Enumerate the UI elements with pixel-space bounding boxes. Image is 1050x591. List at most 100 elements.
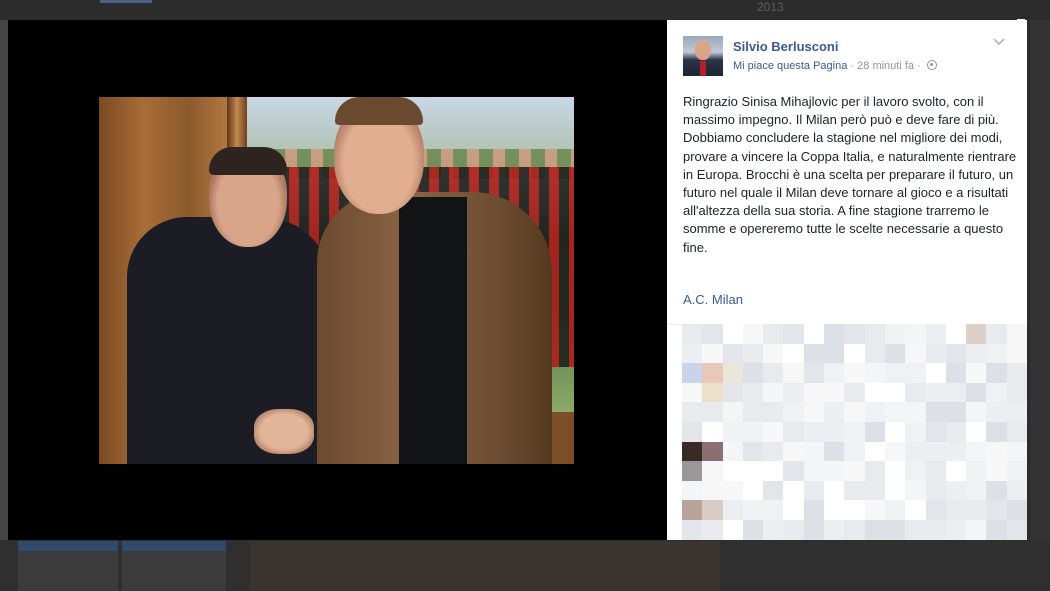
blur-pixel bbox=[1006, 402, 1027, 422]
blur-pixel bbox=[1006, 480, 1027, 501]
blur-pixel bbox=[945, 421, 967, 442]
like-page-link[interactable]: Mi piace questa Pagina bbox=[733, 60, 847, 72]
author-avatar[interactable] bbox=[683, 36, 723, 76]
post-timestamp[interactable]: 28 minuti fa bbox=[857, 60, 914, 72]
blur-pixel bbox=[884, 441, 906, 462]
blur-pixel bbox=[702, 343, 723, 364]
blur-pixel bbox=[864, 500, 885, 520]
blur-pixel bbox=[844, 480, 865, 501]
blur-pixel bbox=[824, 382, 845, 403]
blur-pixel bbox=[966, 363, 987, 383]
background-right-strip bbox=[1030, 20, 1050, 540]
blur-pixel bbox=[763, 500, 784, 520]
blur-pixel bbox=[844, 461, 865, 481]
blur-pixel bbox=[722, 382, 743, 403]
blur-pixel bbox=[722, 402, 743, 422]
blur-pixel bbox=[824, 519, 845, 540]
post-photo[interactable] bbox=[99, 97, 574, 464]
photo-person-left-hair bbox=[209, 147, 287, 175]
blur-pixel bbox=[722, 343, 743, 364]
blur-pixel bbox=[884, 480, 906, 501]
background-year-label: 2013 bbox=[757, 0, 784, 14]
blur-pixel bbox=[763, 421, 784, 442]
blur-pixel bbox=[986, 343, 1007, 364]
blur-pixel bbox=[702, 461, 723, 481]
blur-pixel bbox=[844, 421, 865, 442]
tagged-page-link[interactable]: A.C. Milan bbox=[683, 292, 743, 307]
blur-pixel bbox=[966, 382, 987, 403]
blur-pixel bbox=[905, 363, 926, 383]
blur-pixel bbox=[1006, 461, 1027, 481]
blur-pixel bbox=[682, 343, 703, 364]
blur-pixel bbox=[763, 461, 784, 481]
blur-pixel bbox=[783, 382, 804, 403]
blur-pixel bbox=[803, 480, 825, 501]
blur-pixel bbox=[986, 441, 1007, 462]
blur-pixel bbox=[682, 519, 703, 540]
background-thumbnail bbox=[122, 541, 226, 591]
blur-pixel bbox=[783, 480, 804, 501]
blur-pixel bbox=[844, 343, 865, 364]
blur-pixel bbox=[905, 519, 926, 540]
blur-pixel bbox=[783, 402, 804, 422]
blur-pixel bbox=[1006, 441, 1027, 462]
blur-pixel bbox=[966, 343, 987, 364]
author-name-link[interactable]: Silvio Berlusconi bbox=[733, 39, 838, 54]
blur-pixel bbox=[803, 421, 825, 442]
blur-pixel bbox=[702, 500, 723, 520]
blur-pixel bbox=[864, 402, 885, 422]
blur-pixel bbox=[884, 343, 906, 364]
blur-pixel bbox=[824, 441, 845, 462]
background-thumbnail bbox=[18, 541, 118, 591]
blur-pixel bbox=[905, 382, 926, 403]
blur-pixel bbox=[803, 382, 825, 403]
blur-pixel bbox=[722, 500, 743, 520]
blur-pixel bbox=[702, 480, 723, 501]
blur-pixel bbox=[824, 500, 845, 520]
blur-pixel bbox=[803, 402, 825, 422]
blur-pixel bbox=[824, 363, 845, 383]
blur-pixel bbox=[925, 382, 946, 403]
blur-pixel bbox=[803, 519, 825, 540]
blur-pixel bbox=[682, 324, 703, 344]
blur-pixel bbox=[945, 343, 967, 364]
blur-pixel bbox=[986, 519, 1007, 540]
blur-pixel bbox=[742, 461, 764, 481]
blur-pixel bbox=[702, 519, 723, 540]
blur-pixel bbox=[986, 461, 1007, 481]
blur-pixel bbox=[864, 343, 885, 364]
blur-pixel bbox=[702, 402, 723, 422]
blur-pixel bbox=[966, 402, 987, 422]
blur-pixel bbox=[742, 382, 764, 403]
meta-separator: · bbox=[917, 60, 921, 72]
blur-pixel bbox=[925, 324, 946, 344]
blur-pixel bbox=[864, 480, 885, 501]
blur-pixel bbox=[803, 461, 825, 481]
blur-pixel bbox=[763, 363, 784, 383]
blur-pixel bbox=[925, 500, 946, 520]
blur-pixel bbox=[905, 480, 926, 501]
blur-pixel bbox=[824, 421, 845, 442]
blur-pixel bbox=[763, 480, 784, 501]
blur-pixel bbox=[742, 480, 764, 501]
photo-viewer-stage[interactable] bbox=[8, 20, 668, 540]
chevron-down-icon[interactable] bbox=[993, 38, 1005, 48]
blur-pixel bbox=[966, 519, 987, 540]
blur-pixel bbox=[722, 324, 743, 344]
blur-pixel bbox=[702, 421, 723, 442]
blur-pixel bbox=[1006, 363, 1027, 383]
blur-pixel bbox=[803, 343, 825, 364]
blur-pixel bbox=[742, 324, 764, 344]
blur-pixel bbox=[945, 441, 967, 462]
blur-pixel bbox=[884, 519, 906, 540]
blur-pixel bbox=[783, 324, 804, 344]
blur-pixel bbox=[986, 402, 1007, 422]
blur-pixel bbox=[925, 363, 946, 383]
blur-pixel bbox=[1006, 421, 1027, 442]
blur-pixel bbox=[884, 382, 906, 403]
blur-pixel bbox=[783, 461, 804, 481]
blur-pixel bbox=[844, 500, 865, 520]
blur-pixel bbox=[966, 441, 987, 462]
blur-pixel bbox=[986, 480, 1007, 501]
blur-pixel bbox=[884, 500, 906, 520]
